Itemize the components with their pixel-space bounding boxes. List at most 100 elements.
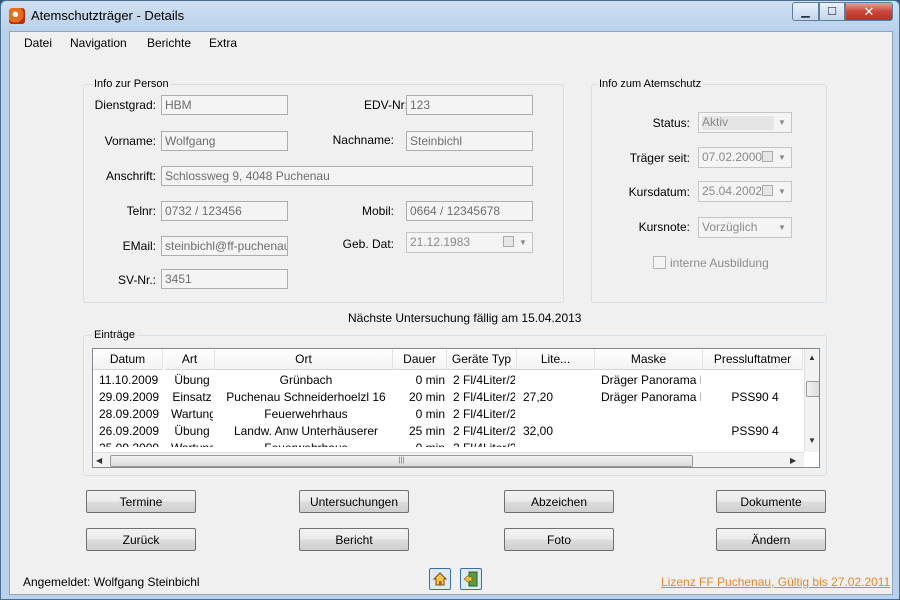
table-row[interactable]: 28.09.2009 Wartung Feuerwehrhaus 0 min 2 Fl/… (93, 407, 804, 424)
table-cell: Dräger Panorama Nova N (601, 390, 701, 404)
table-row[interactable]: 25.09.2009 Wartung Feuerwehrhaus 0 min 2 Fl/… (93, 441, 804, 447)
menu-bar: Datei Navigation Berichte Extra (10, 32, 892, 54)
email-label: EMail: (122, 239, 156, 253)
email-field[interactable]: steinbichl@ff-puchenau.a (161, 236, 288, 256)
vertical-scrollbar[interactable]: ▲ ▼ (804, 349, 819, 452)
title-bar[interactable]: Atemschutzträger - Details ▁ ☐ ✕ (1, 1, 899, 31)
anschrift-label: Anschrift: (105, 169, 156, 183)
entries-group-label: Einträge (92, 329, 137, 341)
kursnote-dropdown[interactable]: Vorzüglich ▼ (698, 217, 792, 238)
dienstgrad-field[interactable]: HBM (161, 95, 288, 115)
telnr-field[interactable]: 0732 / 123456 (161, 201, 288, 221)
table-cell: Feuerwehrhaus (221, 441, 391, 447)
close-button[interactable]: ✕ (845, 2, 893, 21)
column-header[interactable]: Maske (595, 349, 703, 370)
table-cell: 27,20 (523, 390, 554, 404)
traeger-picker[interactable]: 07.02.2000 ▼ (698, 147, 792, 168)
table-cell: PSS90 4 (731, 390, 779, 404)
nachname-field[interactable]: Steinbichl (406, 131, 533, 151)
table-cell: Landw. Anw Unterhäuserer (233, 424, 379, 438)
column-header[interactable]: Geräte Typ (447, 349, 517, 370)
edv-field[interactable]: 123 (406, 95, 533, 115)
scroll-down-icon[interactable]: ▼ (808, 436, 816, 445)
nachname-label: Nachname: (332, 133, 394, 147)
abzeichen-button[interactable]: Abzeichen (504, 490, 614, 513)
exit-button[interactable] (460, 568, 482, 590)
status-value: Aktiv (702, 115, 729, 129)
column-header[interactable]: Lite... (517, 349, 595, 370)
status-dropdown[interactable]: Aktiv ▼ (698, 112, 792, 133)
table-row[interactable]: 26.09.2009 Übung Landw. Anw Unterhäuserer 2… (93, 424, 804, 441)
table-cell: Übung (174, 424, 210, 438)
table-cell: Einsatz (172, 390, 212, 404)
table-cell: 26.09.2009 (99, 424, 160, 438)
gebdat-value: 21.12.1983 (410, 235, 471, 249)
vorname-field[interactable]: Wolfgang (161, 131, 288, 151)
table-cell: 2 Fl/4Liter/200Bar (453, 390, 515, 404)
untersuchungen-button[interactable]: Untersuchungen (299, 490, 409, 513)
intern-checkbox[interactable] (653, 256, 666, 269)
license-link[interactable]: Lizenz FF Puchenau, Gültig bis 27.02.201… (661, 575, 890, 589)
anschrift-field[interactable]: Schlossweg 9, 4048 Puchenau (161, 166, 533, 186)
table-cell: Wartung (171, 407, 213, 421)
table-cell: 0 min (399, 441, 445, 447)
column-header[interactable]: Art (165, 349, 215, 370)
app-icon (9, 8, 25, 24)
bericht-button[interactable]: Bericht (299, 528, 409, 551)
scroll-left-icon[interactable]: ◀ (96, 456, 102, 465)
entries-table[interactable]: Datum Art Ort Dauer Geräte Typ Lite... Maske Pr… (92, 348, 820, 468)
zurueck-button[interactable]: Zurück (86, 528, 196, 551)
table-cell: Dräger Panorama Nova N (601, 373, 701, 387)
chevron-down-icon: ▼ (778, 223, 786, 232)
svnr-field[interactable]: 3451 (161, 269, 288, 289)
calendar-icon (762, 151, 773, 162)
table-cell (601, 407, 701, 424)
column-header[interactable]: Dauer (393, 349, 447, 370)
close-icon: ✕ (863, 3, 875, 19)
calendar-icon (503, 236, 514, 247)
table-cell (709, 407, 801, 424)
menu-berichte[interactable]: Berichte (147, 36, 191, 50)
calendar-icon (762, 185, 773, 196)
termine-button[interactable]: Termine (86, 490, 196, 513)
traeger-label: Träger seit: (629, 151, 690, 165)
dokumente-button[interactable]: Dokumente (716, 490, 826, 513)
table-cell: 11.10.2009 (99, 373, 159, 387)
chevron-down-icon: ▼ (519, 238, 527, 247)
table-row[interactable]: 29.09.2009 Einsatz Puchenau Schneiderhoelz… (93, 390, 804, 407)
horizontal-scroll-thumb[interactable]: ||| (110, 455, 693, 467)
table-cell: Feuerwehrhaus (264, 407, 348, 421)
telnr-label: Telnr: (126, 204, 156, 218)
table-cell: 2 Fl/4Liter/200Bar (453, 407, 515, 421)
mobil-field[interactable]: 0664 / 12345678 (406, 201, 533, 221)
table-cell: 0 min (415, 373, 445, 387)
table-cell (709, 373, 801, 390)
scroll-right-icon[interactable]: ▶ (790, 456, 796, 465)
minimize-button[interactable]: ▁ (792, 2, 819, 21)
minimize-icon: ▁ (801, 6, 810, 18)
menu-navigation[interactable]: Navigation (70, 36, 127, 50)
menu-extra[interactable]: Extra (209, 36, 237, 50)
mobil-label: Mobil: (361, 204, 394, 218)
table-row[interactable]: 11.10.2009 Übung Grünbach 0 min 2 Fl/4Liter/… (93, 373, 804, 390)
menu-datei[interactable]: Datei (24, 36, 52, 50)
table-cell: 25 min (408, 424, 445, 438)
foto-button[interactable]: Foto (504, 528, 614, 551)
column-header[interactable]: Pressluftatmer (703, 349, 803, 370)
table-cell: Wartung (171, 441, 213, 447)
scroll-up-icon[interactable]: ▲ (808, 353, 816, 362)
home-button[interactable] (429, 568, 451, 590)
maximize-button[interactable]: ☐ (819, 2, 845, 21)
column-header[interactable]: Datum (93, 349, 163, 370)
table-cell (523, 373, 593, 390)
column-header[interactable]: Ort (215, 349, 393, 370)
kursdatum-picker[interactable]: 25.04.2002 ▼ (698, 181, 792, 202)
dienstgrad-label: Dienstgrad: (94, 98, 156, 112)
vertical-scroll-thumb[interactable] (806, 381, 819, 397)
horizontal-scrollbar[interactable]: ◀ ||| ▶ (93, 452, 804, 467)
login-status: Angemeldet: Wolfgang Steinbichl (23, 575, 200, 589)
table-cell: 32,00 (523, 424, 554, 438)
gebdat-picker[interactable]: 21.12.1983 ▼ (406, 232, 533, 253)
aendern-button[interactable]: Ändern (716, 528, 826, 551)
table-cell: 2 Fl/4Liter/200Bar (453, 373, 515, 387)
